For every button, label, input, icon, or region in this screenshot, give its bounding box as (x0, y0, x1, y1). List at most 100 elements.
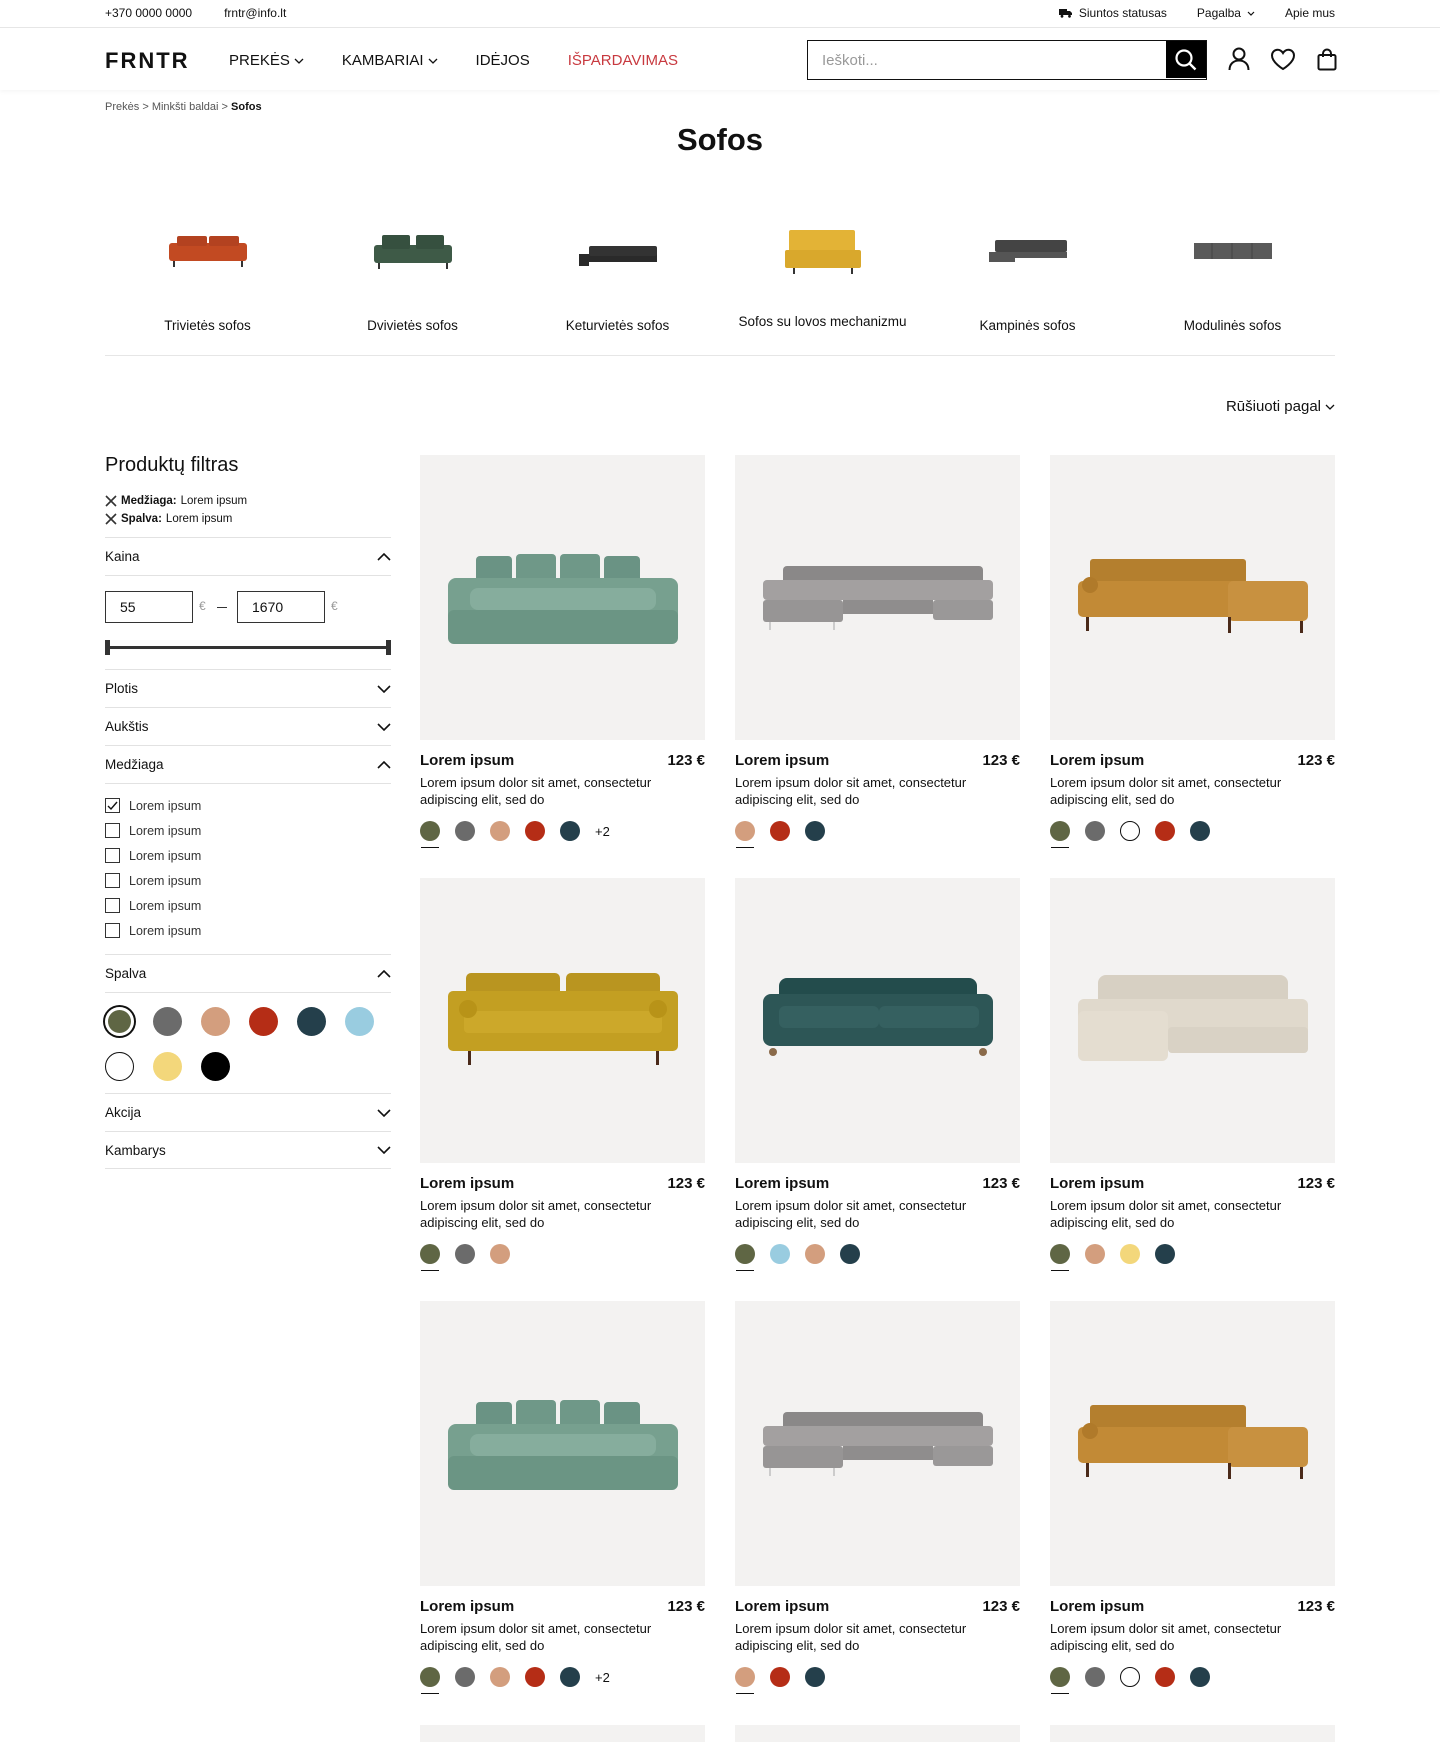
color-swatch[interactable] (201, 1052, 230, 1081)
help-menu[interactable]: Pagalba (1197, 6, 1255, 20)
color-dot[interactable] (455, 1244, 475, 1264)
color-swatch[interactable] (201, 1007, 230, 1036)
product-card-partial[interactable] (1050, 1725, 1335, 1742)
color-swatch[interactable] (345, 1007, 374, 1036)
color-dot[interactable] (1085, 1667, 1105, 1687)
product-card[interactable]: Lorem ipsum 123 € Lorem ipsum dolor sit am… (420, 1301, 705, 1724)
color-dot[interactable] (770, 1244, 790, 1264)
logo[interactable]: FRNTR (105, 48, 190, 74)
material-checkbox-row[interactable]: Lorem ipsum (105, 798, 391, 813)
category-card[interactable]: Dvivietės sofos (310, 196, 515, 355)
material-checkbox-row[interactable]: Lorem ipsum (105, 898, 391, 913)
nav-item-sale[interactable]: IŠPARDAVIMAS (568, 52, 678, 69)
product-image[interactable] (735, 455, 1020, 740)
color-swatch[interactable] (249, 1007, 278, 1036)
material-checkbox-row[interactable]: Lorem ipsum (105, 923, 391, 938)
product-name[interactable]: Lorem ipsum (420, 1175, 514, 1192)
close-icon[interactable] (105, 513, 117, 525)
color-swatch[interactable] (153, 1052, 182, 1081)
product-card-partial[interactable] (420, 1725, 705, 1742)
color-dot[interactable] (525, 1667, 545, 1687)
product-name[interactable]: Lorem ipsum (1050, 752, 1144, 769)
material-checkbox-row[interactable]: Lorem ipsum (105, 823, 391, 838)
breadcrumb-item[interactable]: Minkšti baldai (152, 101, 219, 113)
checkbox[interactable] (105, 923, 120, 938)
checkbox[interactable] (105, 823, 120, 838)
product-card[interactable]: Lorem ipsum 123 € Lorem ipsum dolor sit am… (420, 878, 705, 1301)
filter-section-material[interactable]: Medžiaga (105, 745, 391, 783)
product-card[interactable]: Lorem ipsum 123 € Lorem ipsum dolor sit am… (1050, 1301, 1335, 1724)
color-dot[interactable] (1050, 821, 1070, 848)
color-dot[interactable] (1120, 1667, 1140, 1687)
cart-button[interactable] (1314, 46, 1340, 72)
product-image[interactable] (420, 1301, 705, 1586)
color-dot[interactable] (735, 1667, 755, 1694)
product-card[interactable]: Lorem ipsum 123 € Lorem ipsum dolor sit am… (735, 1301, 1020, 1724)
color-dot[interactable] (455, 1667, 475, 1687)
search-input[interactable] (808, 41, 1166, 79)
product-image[interactable] (420, 455, 705, 740)
color-dot[interactable] (420, 821, 440, 848)
email-link[interactable]: frntr@info.lt (224, 6, 286, 20)
price-slider[interactable] (105, 640, 391, 655)
color-dot[interactable] (1155, 821, 1175, 841)
color-dot[interactable] (1050, 1244, 1070, 1271)
color-dot[interactable] (805, 1244, 825, 1264)
color-swatch[interactable] (105, 1007, 134, 1036)
color-swatch[interactable] (105, 1052, 134, 1081)
filter-section-room[interactable]: Kambarys (105, 1131, 391, 1169)
close-icon[interactable] (105, 495, 117, 507)
sort-dropdown[interactable]: Rūšiuoti pagal (1226, 398, 1335, 415)
about-link[interactable]: Apie mus (1285, 6, 1335, 20)
product-name[interactable]: Lorem ipsum (420, 752, 514, 769)
color-dot[interactable] (1050, 1667, 1070, 1694)
category-card[interactable]: Trivietės sofos (105, 196, 310, 355)
color-dot[interactable] (455, 821, 475, 841)
active-filter-chip[interactable]: Spalva: Lorem ipsum (105, 513, 391, 525)
category-card[interactable]: Modulinės sofos (1130, 196, 1335, 355)
checkbox[interactable] (105, 848, 120, 863)
color-dot[interactable] (420, 1667, 440, 1694)
product-card[interactable]: Lorem ipsum 123 € Lorem ipsum dolor sit am… (735, 455, 1020, 878)
price-max-input[interactable]: 1670 (237, 591, 325, 623)
color-dot[interactable] (1190, 821, 1210, 841)
wishlist-button[interactable] (1270, 46, 1296, 72)
color-dot[interactable] (490, 1244, 510, 1264)
material-checkbox-row[interactable]: Lorem ipsum (105, 873, 391, 888)
color-dot[interactable] (490, 821, 510, 841)
nav-item-products[interactable]: PREKĖS (229, 52, 304, 69)
product-image[interactable] (420, 878, 705, 1163)
product-name[interactable]: Lorem ipsum (735, 1175, 829, 1192)
product-image[interactable] (1050, 878, 1335, 1163)
color-dot[interactable] (770, 1667, 790, 1687)
category-card[interactable]: Kampinės sofos (925, 196, 1130, 355)
price-min-input[interactable]: 55 (105, 591, 193, 623)
color-dot[interactable] (1155, 1244, 1175, 1264)
color-dot[interactable] (735, 821, 755, 848)
product-image[interactable] (1050, 1301, 1335, 1586)
color-dot[interactable] (490, 1667, 510, 1687)
filter-section-price[interactable]: Kaina (105, 537, 391, 575)
product-name[interactable]: Lorem ipsum (1050, 1598, 1144, 1615)
material-checkbox-row[interactable]: Lorem ipsum (105, 848, 391, 863)
nav-item-ideas[interactable]: IDĖJOS (476, 52, 530, 69)
color-dot[interactable] (770, 821, 790, 841)
more-colors-label[interactable]: +2 (595, 1670, 610, 1685)
checkbox[interactable] (105, 873, 120, 888)
color-dot[interactable] (805, 821, 825, 841)
nav-item-rooms[interactable]: KAMBARIAI (342, 52, 438, 69)
color-dot[interactable] (805, 1667, 825, 1687)
color-dot[interactable] (1120, 1244, 1140, 1264)
color-dot[interactable] (735, 1244, 755, 1271)
product-name[interactable]: Lorem ipsum (735, 1598, 829, 1615)
product-image[interactable] (735, 1301, 1020, 1586)
color-dot[interactable] (1190, 1667, 1210, 1687)
product-card[interactable]: Lorem ipsum 123 € Lorem ipsum dolor sit am… (1050, 455, 1335, 878)
slider-handle-max[interactable] (386, 640, 391, 655)
shipping-status-link[interactable]: Siuntos statusas (1058, 6, 1167, 20)
search-button[interactable] (1166, 41, 1206, 78)
product-image[interactable] (735, 878, 1020, 1163)
product-name[interactable]: Lorem ipsum (420, 1598, 514, 1615)
checkbox[interactable] (105, 798, 120, 813)
category-card[interactable]: Sofos su lovos mechanizmu (720, 196, 925, 355)
